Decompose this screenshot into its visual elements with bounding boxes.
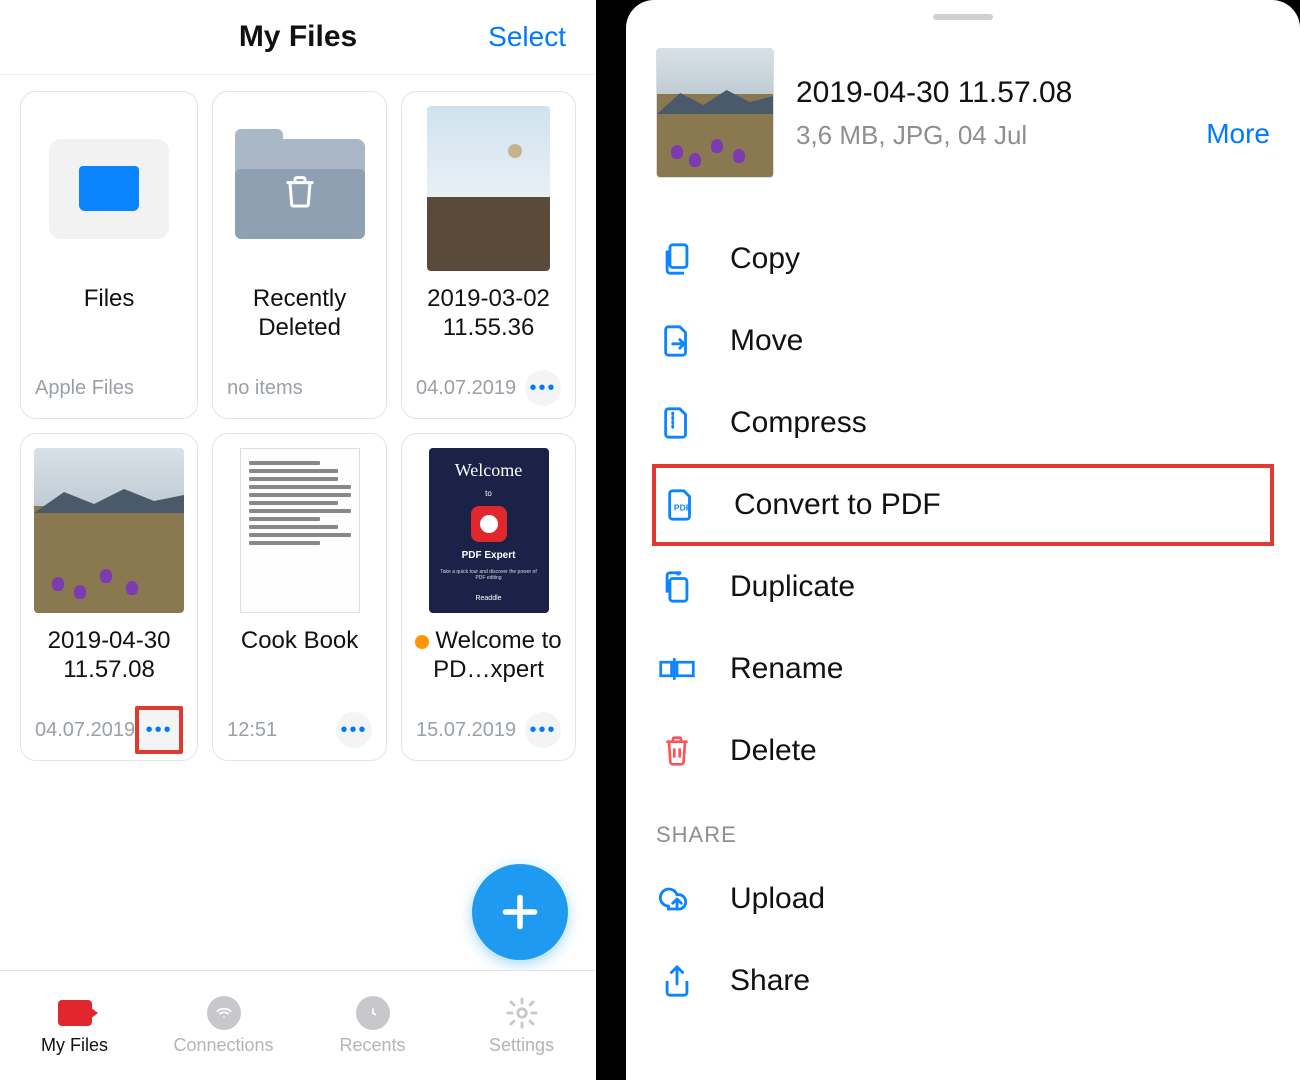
folder-icon — [49, 139, 169, 239]
folder-recently-deleted[interactable]: Recently Deleted no items — [212, 91, 387, 419]
file-cook-book[interactable]: Cook Book 12:51 — [212, 433, 387, 761]
share-section-header: SHARE — [626, 792, 1300, 858]
card-meta: 12:51 — [227, 719, 277, 742]
file-meta: 3,6 MB, JPG, 04 Jul — [796, 120, 1184, 151]
tab-bar: My Files Connections Recents Settings — [0, 970, 596, 1080]
tab-settings[interactable]: Settings — [447, 971, 596, 1080]
card-title: Files — [31, 285, 187, 343]
action-move[interactable]: Move — [626, 300, 1300, 382]
trash-icon — [656, 733, 698, 769]
more-icon[interactable] — [135, 706, 183, 754]
card-title: Recently Deleted — [223, 285, 376, 343]
file-grid: Files Apple Files Recently Deleted no it… — [0, 75, 596, 777]
copy-icon — [656, 240, 698, 278]
compress-icon — [656, 404, 698, 442]
add-button[interactable] — [472, 864, 568, 960]
wifi-icon — [207, 996, 241, 1030]
clock-icon — [356, 996, 390, 1030]
files-screen: My Files Select Files Apple Files Recent… — [0, 0, 596, 1080]
photo-thumbnail — [427, 106, 550, 271]
action-convert-to-pdf[interactable]: PDF Convert to PDF — [652, 464, 1274, 546]
photo-thumbnail — [34, 448, 184, 613]
card-title: 2019-03-02 11.55.36 — [412, 285, 565, 343]
my-files-icon — [58, 1000, 92, 1026]
folder-files[interactable]: Files Apple Files — [20, 91, 198, 419]
card-title: Welcome to PD…xpert — [412, 627, 565, 685]
actions-list: Copy Move Compress PDF Convert to PDF Du… — [626, 218, 1300, 792]
action-rename[interactable]: Rename — [626, 628, 1300, 710]
pdf-thumbnail: Welcome to PDF Expert Take a quick tour … — [429, 448, 549, 613]
unread-dot-icon — [415, 635, 429, 649]
card-meta: 04.07.2019 — [35, 719, 135, 742]
rename-icon — [656, 654, 698, 684]
share-icon — [656, 962, 698, 1000]
card-title: Cook Book — [223, 627, 376, 685]
more-button[interactable]: More — [1206, 118, 1270, 150]
trash-folder-icon — [235, 139, 365, 239]
action-duplicate[interactable]: Duplicate — [626, 546, 1300, 628]
card-meta: no items — [227, 377, 303, 400]
file-thumbnail — [656, 48, 774, 178]
action-copy[interactable]: Copy — [626, 218, 1300, 300]
more-icon[interactable] — [336, 712, 372, 748]
tab-recents[interactable]: Recents — [298, 971, 447, 1080]
plus-icon — [498, 890, 542, 934]
file-welcome-pdf[interactable]: Welcome to PDF Expert Take a quick tour … — [401, 433, 576, 761]
move-icon — [656, 322, 698, 360]
action-compress[interactable]: Compress — [626, 382, 1300, 464]
card-title: 2019-04-30 11.57.08 — [31, 627, 187, 685]
file-actions-sheet: 2019-04-30 11.57.08 3,6 MB, JPG, 04 Jul … — [626, 0, 1300, 1080]
note-thumbnail — [240, 448, 360, 613]
action-share[interactable]: Share — [626, 940, 1300, 1022]
tab-connections[interactable]: Connections — [149, 971, 298, 1080]
card-meta: 04.07.2019 — [416, 377, 516, 400]
file-name: 2019-04-30 11.57.08 — [796, 76, 1184, 110]
action-upload[interactable]: Upload — [626, 858, 1300, 940]
more-icon[interactable] — [525, 712, 561, 748]
file-photo-flowers[interactable]: 2019-04-30 11.57.08 04.07.2019 — [20, 433, 198, 761]
select-button[interactable]: Select — [476, 21, 566, 53]
more-icon[interactable] — [525, 370, 561, 406]
file-detail-header: 2019-04-30 11.57.08 3,6 MB, JPG, 04 Jul … — [626, 20, 1300, 188]
pdf-icon: PDF — [660, 486, 702, 524]
tab-my-files[interactable]: My Files — [0, 971, 149, 1080]
file-photo-landscape[interactable]: 2019-03-02 11.55.36 04.07.2019 — [401, 91, 576, 419]
cloud-upload-icon — [656, 882, 698, 916]
gear-icon — [504, 995, 540, 1031]
navbar: My Files Select — [0, 0, 596, 75]
card-meta: Apple Files — [35, 377, 134, 400]
page-title: My Files — [239, 20, 357, 54]
card-meta: 15.07.2019 — [416, 719, 516, 742]
duplicate-icon — [656, 568, 698, 606]
action-delete[interactable]: Delete — [626, 710, 1300, 792]
svg-text:PDF: PDF — [674, 503, 691, 513]
